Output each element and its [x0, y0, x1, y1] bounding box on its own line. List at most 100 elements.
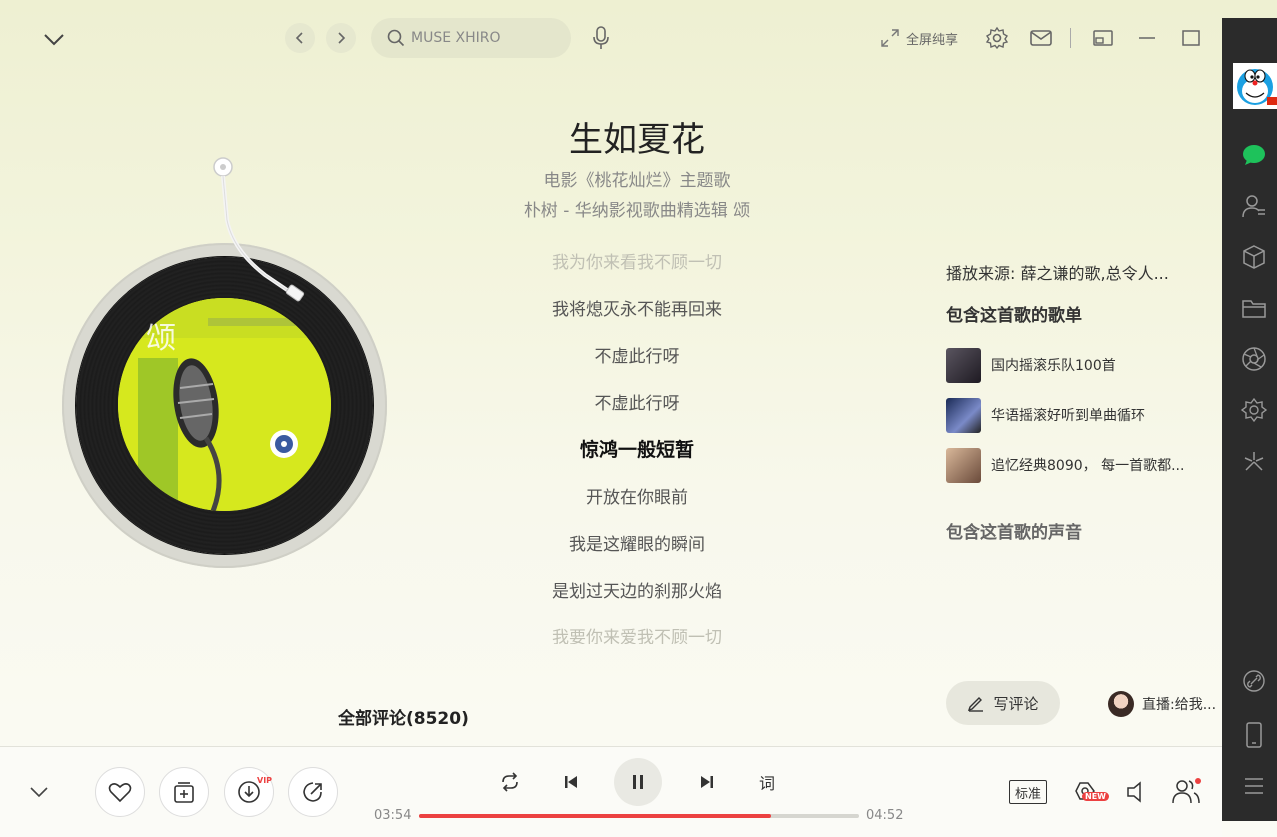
voice-search-button[interactable]	[589, 24, 613, 52]
toolbar-divider	[1070, 28, 1071, 48]
lyric-line[interactable]: 开放在你眼前	[437, 483, 837, 508]
streamer-avatar	[1108, 691, 1134, 717]
playlist-thumbnail	[946, 447, 981, 483]
search-icon	[387, 29, 405, 47]
users-icon	[1172, 778, 1201, 804]
hamburger-icon	[1245, 778, 1263, 794]
like-button[interactable]	[95, 767, 145, 817]
lyric-line[interactable]: 我是这耀眼的瞬间	[437, 530, 837, 555]
search-box[interactable]	[371, 18, 571, 58]
song-subtitle: 电影《桃花灿烂》主题歌	[543, 171, 731, 191]
mini-mode-button[interactable]	[1090, 26, 1116, 50]
expand-icon	[881, 29, 899, 47]
album-art-text: 颂	[146, 321, 176, 356]
fullscreen-label: 全屏纯享	[906, 32, 959, 48]
heart-icon	[108, 783, 132, 803]
listen-together-button[interactable]	[1170, 776, 1202, 806]
menu-button[interactable]	[1240, 772, 1268, 800]
lyrics-toggle-button[interactable]: 词	[752, 768, 782, 796]
lyric-line[interactable]: 不虚此行呀	[437, 342, 837, 367]
mobile-button[interactable]	[1240, 721, 1268, 749]
progress-fill	[419, 814, 771, 818]
mail-icon	[1030, 30, 1052, 46]
tonearm-icon	[213, 157, 305, 302]
sound-quality-button[interactable]: 标准	[1009, 780, 1047, 804]
apps-button[interactable]	[1240, 243, 1268, 271]
repeat-mode-button[interactable]	[495, 768, 525, 796]
previous-track-button[interactable]	[556, 768, 586, 796]
effects-button[interactable]	[1240, 447, 1268, 475]
volume-button[interactable]	[1122, 778, 1150, 806]
write-comment-button[interactable]: 写评论	[946, 681, 1060, 725]
playlist-item[interactable]: 华语摇滚好听到单曲循环	[946, 397, 1206, 433]
camera-button[interactable]	[1240, 345, 1268, 373]
link-button[interactable]	[1240, 667, 1268, 695]
current-time: 03:54	[374, 808, 412, 823]
speaker-icon	[1127, 781, 1141, 803]
play-source[interactable]: 播放来源: 薛之谦的歌,总令人...	[946, 260, 1206, 284]
playlist-name: 追忆经典8090， 每一首歌都...	[991, 458, 1185, 474]
lyric-line[interactable]: 不虚此行呀	[437, 389, 837, 414]
lyric-line-current[interactable]: 惊鸿一般短暂	[437, 435, 837, 462]
song-artist-album[interactable]: 朴树 - 华纳影视歌曲精选辑 颂	[437, 196, 837, 221]
playlist-item[interactable]: 国内摇滚乐队100首	[946, 347, 1206, 383]
settings-button[interactable]	[984, 26, 1010, 50]
maximize-button[interactable]	[1178, 26, 1204, 50]
repeat-icon	[502, 772, 518, 792]
share-button[interactable]	[288, 767, 338, 817]
new-badge: NEW	[1082, 792, 1109, 801]
gear-icon	[985, 26, 1009, 50]
playlist-item[interactable]: 追忆经典8090， 每一首歌都...	[946, 447, 1206, 483]
write-comment-label: 写评论	[993, 694, 1039, 713]
next-track-button[interactable]	[692, 768, 722, 796]
link-icon	[1243, 670, 1265, 692]
total-time: 04:52	[866, 808, 904, 823]
live-stream-label: 直播:给我...	[1142, 697, 1217, 713]
folder-icon	[1242, 300, 1266, 318]
search-input[interactable]	[411, 30, 561, 46]
fullscreen-mode-button[interactable]: 全屏纯享	[880, 26, 958, 50]
live-stream-chip[interactable]: 直播:给我...	[1108, 688, 1228, 720]
share-icon	[303, 782, 322, 802]
skip-back-icon	[565, 776, 577, 788]
minimize-button[interactable]	[1134, 26, 1160, 50]
playlists-heading: 包含这首歌的歌单	[946, 306, 1082, 326]
user-icon	[1242, 195, 1265, 218]
download-button[interactable]: VIP	[224, 767, 274, 817]
local-files-button[interactable]	[1240, 294, 1268, 322]
pause-button[interactable]	[614, 758, 662, 806]
lyric-line[interactable]: 我为你来看我不顾一切	[437, 248, 837, 273]
aperture-icon	[1242, 347, 1266, 371]
voices-heading: 包含这首歌的声音	[946, 523, 1082, 543]
messages-button[interactable]	[1028, 26, 1054, 50]
chat-button[interactable]	[1240, 141, 1268, 169]
lyric-line[interactable]: 我将熄灭永不能再回来	[437, 295, 837, 320]
phone-icon	[1246, 722, 1262, 748]
chevron-left-icon	[295, 32, 303, 44]
star-gear-icon	[1241, 397, 1267, 423]
lyric-line[interactable]: 我要你来爱我不顾一切	[437, 623, 837, 644]
user-avatar[interactable]	[1233, 63, 1277, 109]
lyric-line[interactable]: 是划过天边的刹那火焰	[437, 577, 837, 602]
collapse-now-playing-button[interactable]	[26, 780, 52, 804]
microphone-icon	[593, 26, 609, 49]
playlist-thumbnail	[946, 347, 981, 383]
forward-button[interactable]	[326, 23, 356, 53]
sound-effects-button[interactable]: NEW	[1068, 776, 1109, 808]
collapse-player-button[interactable]	[40, 28, 68, 52]
lyrics-panel[interactable]: 我为你来看我不顾一切 我将熄灭永不能再回来 不虚此行呀 不虚此行呀 惊鸿一般短暂…	[437, 244, 837, 644]
back-button[interactable]	[285, 23, 315, 53]
doraemon-avatar-icon	[1233, 63, 1277, 109]
maximize-icon	[1182, 30, 1200, 46]
chevron-down-icon	[44, 34, 64, 46]
vip-badge: VIP	[257, 776, 273, 785]
profile-button[interactable]	[1240, 192, 1268, 220]
progress-bar[interactable]	[419, 814, 859, 818]
sparkle-icon	[1244, 452, 1264, 471]
playlist-name: 国内摇滚乐队100首	[991, 358, 1116, 374]
chevron-down-icon	[30, 787, 48, 798]
add-to-playlist-button[interactable]	[159, 767, 209, 817]
cube-icon	[1243, 245, 1265, 269]
mini-player-icon	[1093, 30, 1113, 46]
discover-button[interactable]	[1240, 396, 1268, 424]
